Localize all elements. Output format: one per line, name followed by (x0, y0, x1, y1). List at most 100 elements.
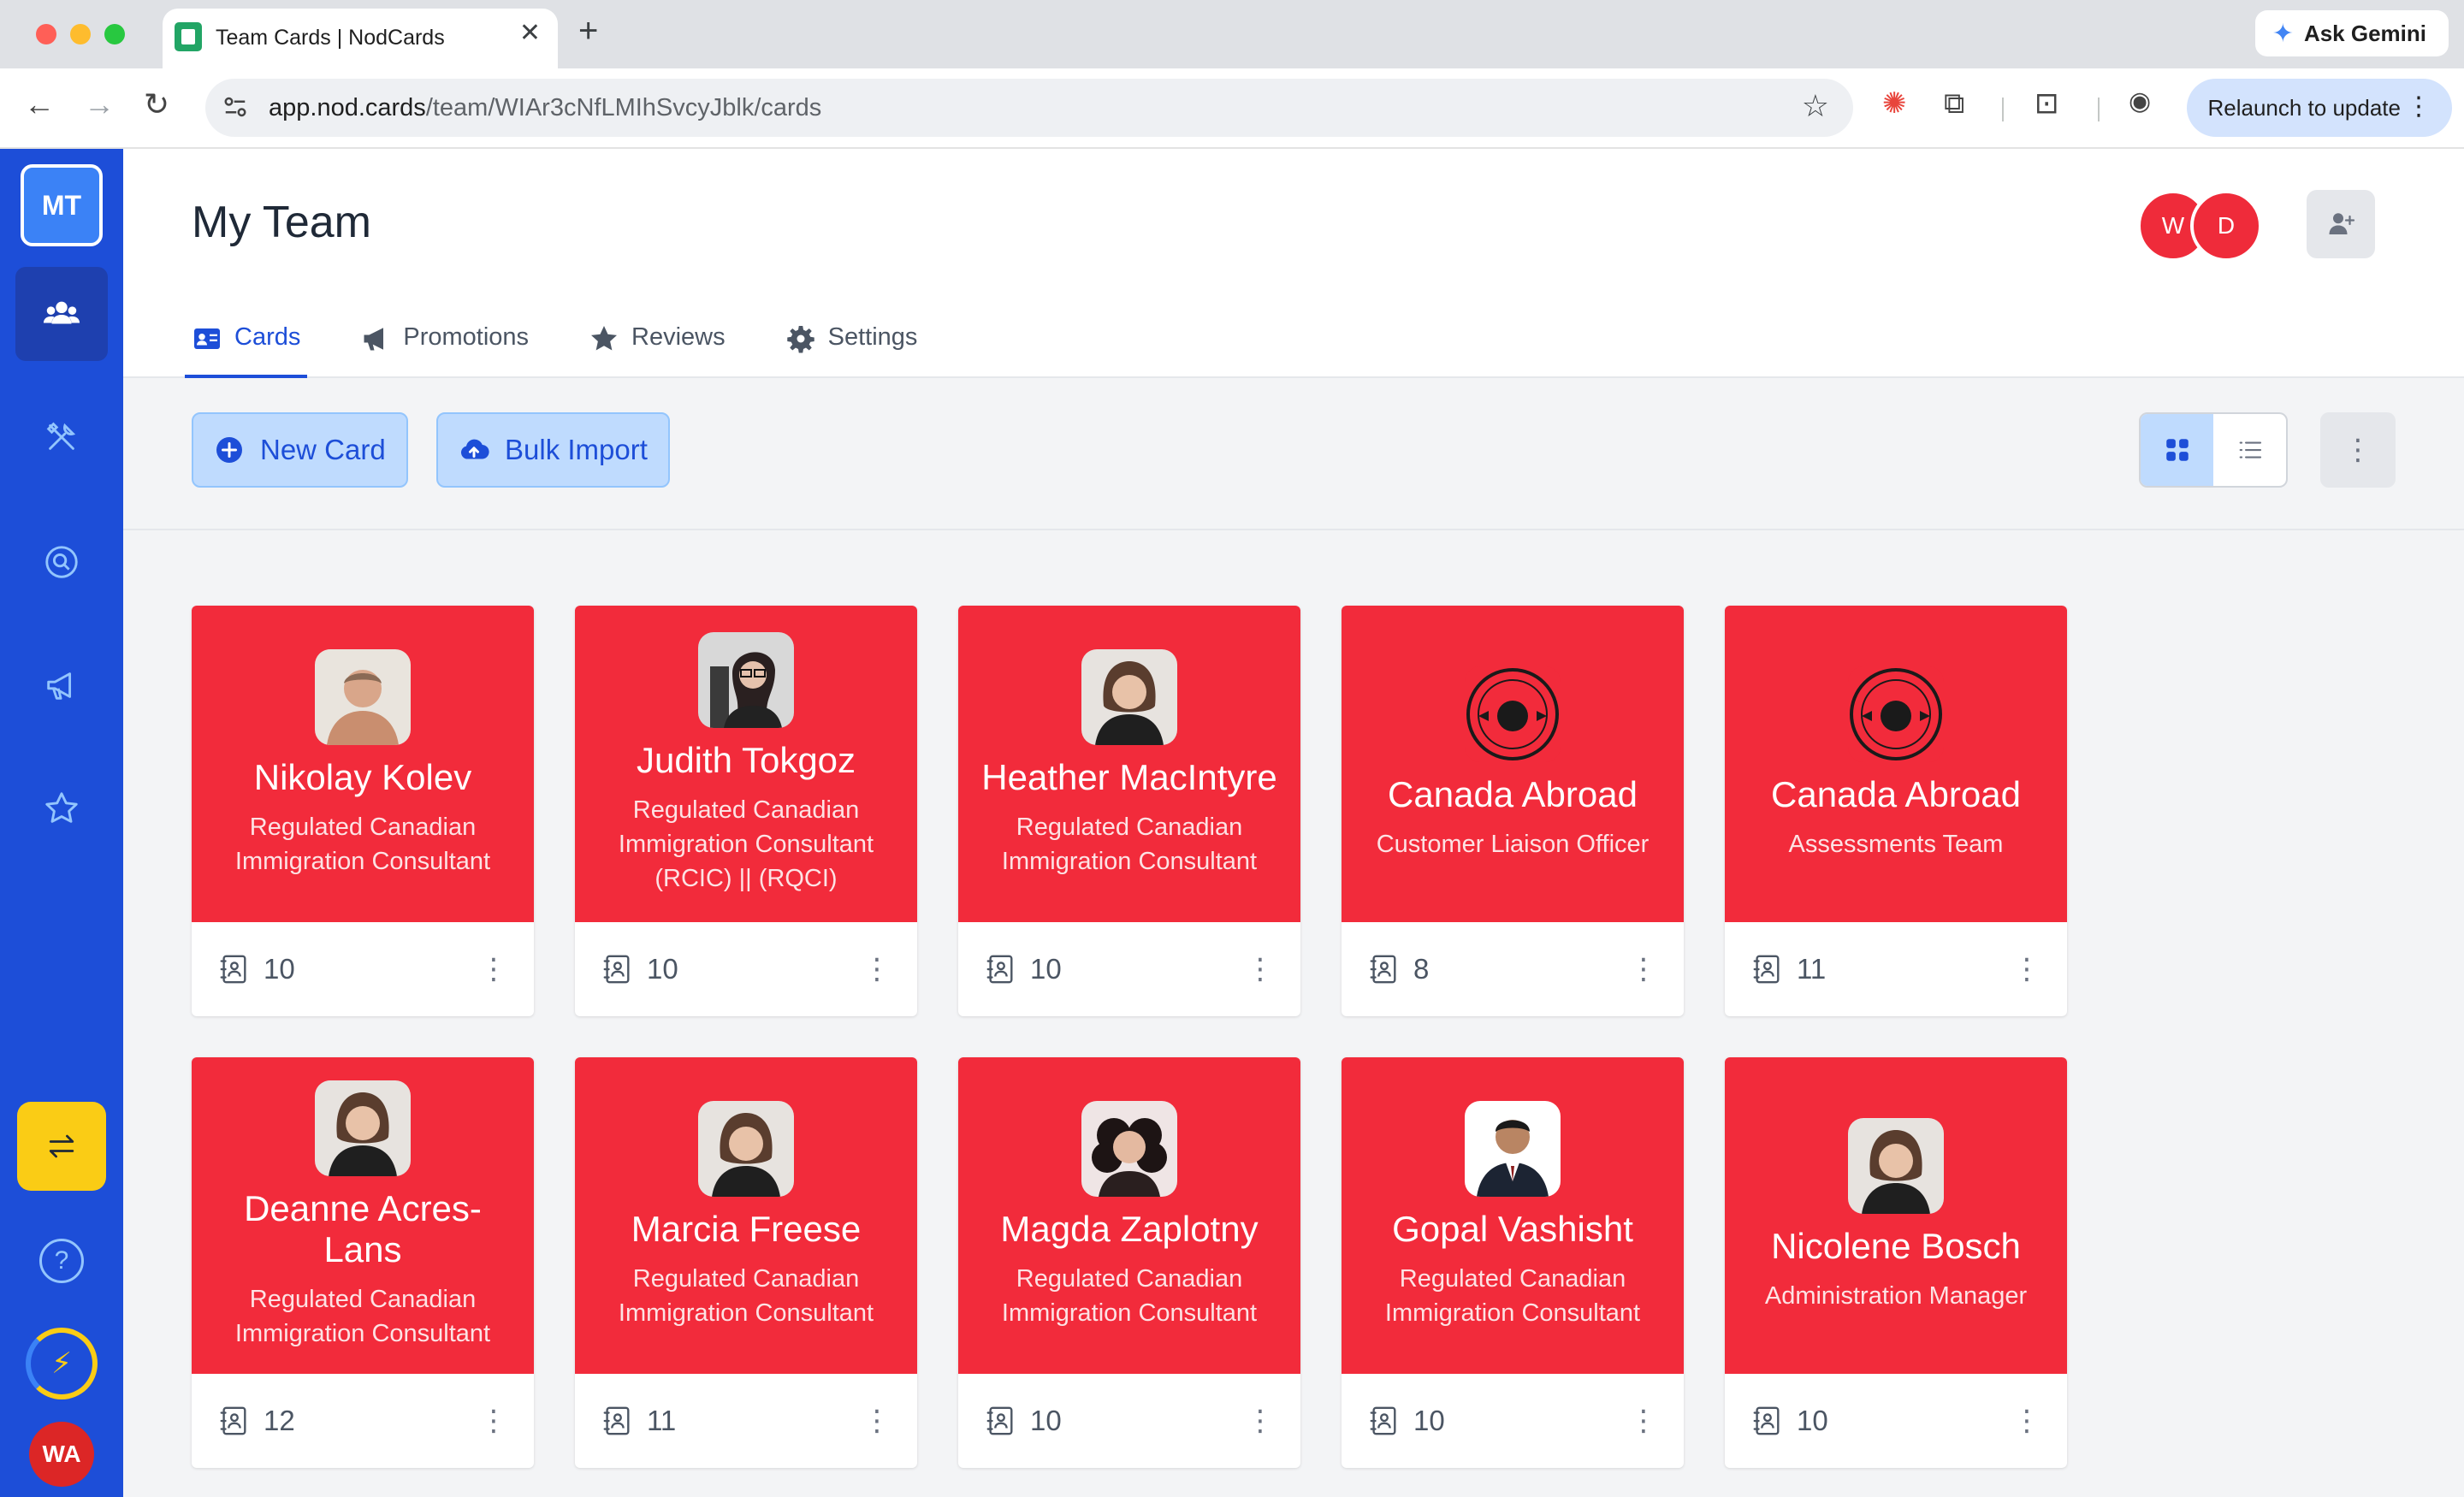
woman-portrait-icon (315, 1080, 411, 1176)
site-settings-icon[interactable] (222, 94, 248, 120)
back-arrow-icon[interactable]: ← (24, 89, 55, 120)
new-card-button[interactable]: New Card (192, 412, 408, 488)
relaunch-to-update-button[interactable]: Relaunch to update ⋮ (2187, 79, 2452, 137)
user-avatar[interactable]: WA (29, 1422, 94, 1487)
new-tab-button[interactable]: + (578, 14, 598, 48)
team-card[interactable]: Canada Abroad Assessments Team 11 ⋮ (1725, 606, 2067, 1016)
team-card[interactable]: Heather MacIntyre Regulated Canadian Immi… (958, 606, 1300, 1016)
card-menu-icon[interactable]: ⋮ (862, 1406, 891, 1435)
tab-search-icon[interactable]: ⊡ (2035, 89, 2059, 118)
card-footer: 11 ⋮ (575, 1374, 917, 1468)
sidebar-item-tools[interactable] (15, 390, 108, 484)
card-preview[interactable]: Canada Abroad Assessments Team (1725, 606, 2067, 922)
toolbar-divider (2098, 98, 2100, 121)
browser-menu-icon[interactable]: ⋮ (2406, 94, 2431, 120)
window-minimize-button[interactable] (70, 24, 91, 44)
tab-cards-label: Cards (234, 323, 301, 351)
card-footer: 10 ⋮ (1725, 1374, 2067, 1468)
contacts-book-icon (601, 1405, 633, 1437)
toolbar-divider (2002, 98, 2004, 121)
tab-cards[interactable]: Cards (184, 305, 308, 378)
contacts-book-icon (1367, 953, 1400, 985)
team-card[interactable]: Judith Tokgoz Regulated Canadian Immigrat… (575, 606, 917, 1016)
list-view-button[interactable] (2213, 414, 2286, 486)
member-avatar[interactable]: D (2190, 190, 2262, 262)
team-card[interactable]: Deanne Acres-Lans Regulated Canadian Immi… (192, 1057, 534, 1468)
tab-close-icon[interactable]: ✕ (519, 21, 541, 46)
card-preview[interactable]: Judith Tokgoz Regulated Canadian Immigrat… (575, 606, 917, 922)
card-name: Nikolay Kolev (253, 757, 472, 797)
grid-view-button[interactable] (2141, 414, 2213, 486)
tab-settings[interactable]: Settings (785, 305, 917, 378)
card-menu-icon[interactable]: ⋮ (2012, 1406, 2041, 1435)
card-preview[interactable]: Nicolene Bosch Administration Manager (1725, 1057, 2067, 1374)
sidebar-item-reviews[interactable] (15, 761, 108, 855)
switch-team-button[interactable] (17, 1102, 106, 1191)
plus-circle-icon (216, 437, 242, 463)
tab-reviews[interactable]: Reviews (589, 305, 726, 378)
card-menu-icon[interactable]: ⋮ (1629, 1406, 1658, 1435)
browser-tab[interactable]: Team Cards | NodCards ✕ (163, 9, 558, 68)
window-close-button[interactable] (36, 24, 56, 44)
tools-icon (46, 422, 76, 450)
team-card[interactable]: Magda Zaplotny Regulated Canadian Immigra… (958, 1057, 1300, 1468)
card-menu-icon[interactable]: ⋮ (479, 955, 508, 984)
sidebar-item-search[interactable] (15, 515, 108, 609)
card-preview[interactable]: Heather MacIntyre Regulated Canadian Immi… (958, 606, 1300, 922)
contacts-book-icon (984, 953, 1016, 985)
team-card[interactable]: Canada Abroad Customer Liaison Officer 8 ⋮ (1342, 606, 1684, 1016)
card-menu-icon[interactable]: ⋮ (862, 955, 891, 984)
address-bar[interactable]: app.nod.cards/team/WIAr3cNfLMIhSvcyJblk/… (205, 79, 1853, 137)
extension-burst-icon[interactable]: ✺ (1882, 89, 1907, 118)
team-logo[interactable]: MT (21, 164, 103, 246)
bulk-import-button[interactable]: Bulk Import (436, 412, 670, 488)
card-role: Regulated Canadian Immigration Consultan… (1001, 814, 1258, 875)
card-preview[interactable]: Nikolay Kolev Regulated Canadian Immigrat… (192, 606, 534, 922)
card-preview[interactable]: Deanne Acres-Lans Regulated Canadian Immi… (192, 1057, 534, 1374)
search-circle-icon (45, 546, 78, 578)
woman-portrait-icon (1848, 1118, 1944, 1214)
woman-portrait-icon (698, 1101, 794, 1197)
team-member-avatars: W D (2137, 190, 2276, 262)
card-menu-icon[interactable]: ⋮ (2012, 955, 2041, 984)
card-footer: 10 ⋮ (1342, 1374, 1684, 1468)
team-card[interactable]: Nikolay Kolev Regulated Canadian Immigrat… (192, 606, 534, 1016)
lightning-bolt-icon[interactable]: ⚡ (26, 1328, 98, 1399)
more-options-button[interactable]: ⋮ (2320, 412, 2396, 488)
card-preview[interactable]: Canada Abroad Customer Liaison Officer (1342, 606, 1684, 922)
team-card[interactable]: Gopal Vashisht Regulated Canadian Immigra… (1342, 1057, 1684, 1468)
forward-arrow-icon[interactable]: → (84, 89, 115, 120)
card-name: Heather MacIntyre (981, 757, 1277, 797)
card-menu-icon[interactable]: ⋮ (1629, 955, 1658, 984)
card-preview[interactable]: Gopal Vashisht Regulated Canadian Immigra… (1342, 1057, 1684, 1374)
card-contact-count: 11 (1797, 953, 1827, 985)
help-icon[interactable]: ? (39, 1239, 84, 1283)
card-footer: 11 ⋮ (1725, 922, 2067, 1016)
sidebar-item-promotions[interactable] (15, 638, 108, 732)
extensions-puzzle-icon[interactable]: ⧉ (1944, 89, 1964, 118)
tab-promotions-label: Promotions (403, 323, 530, 351)
contacts-book-icon (984, 1405, 1016, 1437)
tab-reviews-label: Reviews (631, 323, 726, 351)
sidebar-item-team[interactable] (15, 267, 108, 361)
profile-avatar-icon[interactable]: ◉ (2129, 89, 2151, 115)
woman-curly-portrait-icon (1081, 1101, 1177, 1197)
section-tabs: Cards Promotions Reviews Settings (184, 305, 977, 378)
tab-promotions[interactable]: Promotions (360, 305, 529, 378)
card-preview[interactable]: Marcia Freese Regulated Canadian Immigrat… (575, 1057, 917, 1374)
add-member-button[interactable] (2307, 190, 2375, 258)
reload-icon[interactable]: ↻ (144, 89, 169, 120)
view-mode-toggle (2139, 412, 2288, 488)
tab-title: Team Cards | NodCards (216, 26, 445, 50)
team-card[interactable]: Nicolene Bosch Administration Manager 10 ⋮ (1725, 1057, 2067, 1468)
team-card[interactable]: Marcia Freese Regulated Canadian Immigrat… (575, 1057, 917, 1468)
bookmark-star-icon[interactable]: ☆ (1802, 91, 1829, 121)
card-role: Regulated Canadian Immigration Consultan… (1001, 1265, 1258, 1327)
card-menu-icon[interactable]: ⋮ (1246, 1406, 1275, 1435)
card-menu-icon[interactable]: ⋮ (1246, 955, 1275, 984)
window-zoom-button[interactable] (104, 24, 125, 44)
card-menu-icon[interactable]: ⋮ (479, 1406, 508, 1435)
ask-gemini-button[interactable]: ✦ Ask Gemini (2254, 10, 2449, 56)
card-preview[interactable]: Magda Zaplotny Regulated Canadian Immigra… (958, 1057, 1300, 1374)
card-name: Nicolene Bosch (1771, 1226, 2021, 1266)
